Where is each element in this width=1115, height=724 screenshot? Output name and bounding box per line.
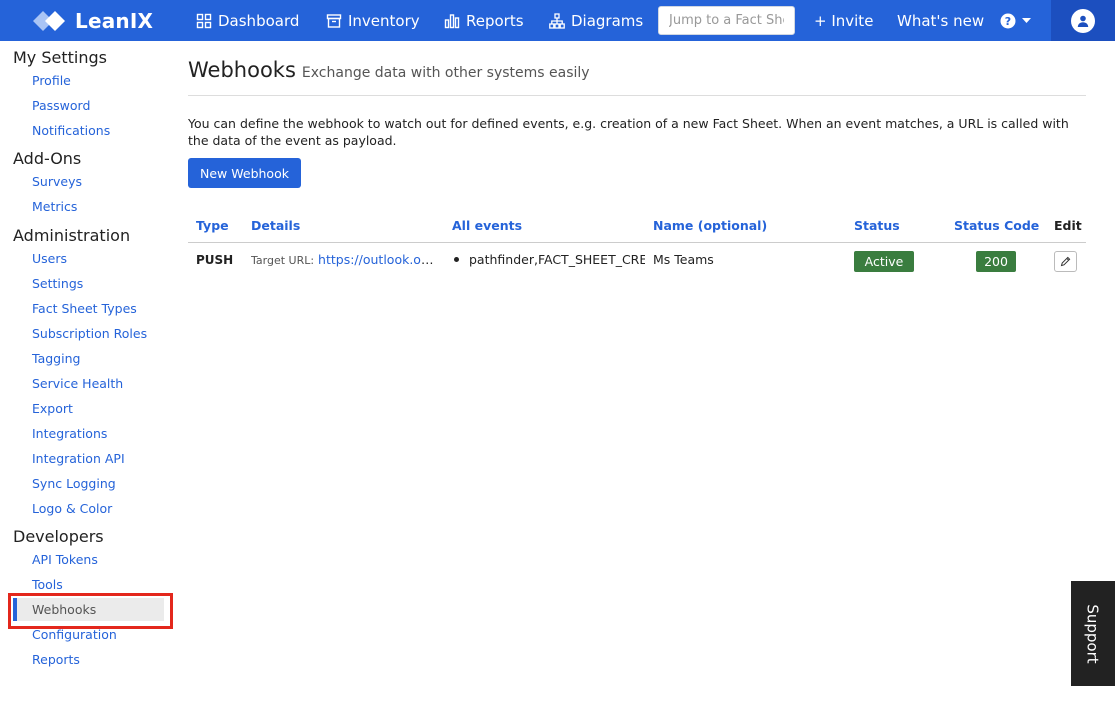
svg-text:?: ? [1005, 15, 1011, 28]
sitemap-icon [549, 12, 565, 29]
webhook-name: Ms Teams [653, 252, 714, 267]
sidebar-item-surveys[interactable]: Surveys [32, 174, 82, 189]
nav-diagrams-label: Diagrams [571, 11, 644, 30]
page-title-text: Webhooks [188, 58, 296, 82]
help-menu-button[interactable]: ? [1000, 0, 1031, 41]
sidebar-item-password[interactable]: Password [32, 98, 90, 113]
help-icon: ? [1000, 13, 1016, 28]
nav-inventory[interactable]: Inventory [326, 0, 420, 41]
sidebar-item-subscription-roles[interactable]: Subscription Roles [32, 326, 147, 341]
webhook-details: Target URL: https://outlook.office.com/w… [251, 252, 437, 267]
support-tab[interactable]: Support [1071, 581, 1115, 686]
nav-inventory-label: Inventory [348, 11, 420, 30]
target-url-link[interactable]: https://outlook.office.com/webhook [318, 252, 437, 267]
status-badge: Active [854, 251, 914, 272]
status-code-badge: 200 [976, 251, 1016, 272]
avatar [1071, 8, 1095, 33]
sidebar-item-metrics[interactable]: Metrics [32, 199, 77, 214]
new-webhook-button[interactable]: New Webhook [188, 158, 301, 188]
column-header-name[interactable]: Name (optional) [653, 218, 767, 233]
logo[interactable]: LeanIX [33, 9, 153, 33]
page-description: You can define the webhook to watch out … [188, 116, 1069, 148]
bar-chart-icon [444, 13, 460, 28]
nav-diagrams[interactable]: Diagrams [549, 0, 643, 41]
bullet-icon [454, 257, 459, 262]
sidebar-section-my-settings: My Settings [13, 48, 107, 67]
column-header-type[interactable]: Type [196, 218, 229, 233]
title-divider [188, 95, 1086, 96]
nav-dashboard[interactable]: Dashboard [196, 0, 299, 41]
sidebar-item-api-tokens[interactable]: API Tokens [32, 552, 98, 567]
top-navigation: LeanIX Dashboard Inventory Reports Diagr… [0, 0, 1115, 41]
sidebar-section-developers: Developers [13, 527, 104, 546]
sidebar-item-tagging[interactable]: Tagging [32, 351, 80, 366]
sidebar-item-configuration[interactable]: Configuration [32, 627, 117, 642]
table-header-divider [188, 242, 1086, 243]
sidebar-item-logo-color[interactable]: Logo & Color [32, 501, 112, 516]
sidebar-item-profile[interactable]: Profile [32, 73, 71, 88]
brand-name: LeanIX [75, 9, 154, 33]
sidebar-item-settings[interactable]: Settings [32, 276, 83, 291]
webhook-type: PUSH [196, 253, 234, 267]
whats-new-label: What's new [897, 11, 985, 30]
webhook-events: pathfinder,FACT_SHEET_CREATED [452, 252, 645, 267]
sidebar-item-integrations[interactable]: Integrations [32, 426, 107, 441]
grid-icon [196, 13, 212, 28]
pencil-icon [1060, 256, 1071, 267]
nav-reports-label: Reports [466, 11, 524, 30]
whats-new-button[interactable]: What's new [897, 0, 984, 41]
user-icon [1077, 15, 1089, 27]
user-menu-button[interactable] [1051, 0, 1115, 41]
column-header-edit: Edit [1054, 218, 1082, 233]
column-header-status-code[interactable]: Status Code [954, 218, 1039, 233]
column-header-details[interactable]: Details [251, 218, 300, 233]
sidebar-item-fact-sheet-types[interactable]: Fact Sheet Types [32, 301, 137, 316]
sidebar-item-reports[interactable]: Reports [32, 652, 80, 667]
target-url-label: Target URL: [251, 254, 315, 267]
column-header-status[interactable]: Status [854, 218, 900, 233]
edit-webhook-button[interactable] [1054, 251, 1077, 272]
sidebar-item-webhooks-label: Webhooks [32, 602, 97, 617]
invite-button[interactable]: + Invite [814, 0, 873, 41]
fact-sheet-search-input[interactable] [658, 6, 795, 35]
sidebar-item-export[interactable]: Export [32, 401, 73, 416]
inventory-icon [326, 13, 342, 28]
sidebar-item-integration-api[interactable]: Integration API [32, 451, 125, 466]
sidebar-item-users[interactable]: Users [32, 251, 67, 266]
page-title: Webhooks Exchange data with other systems… [188, 58, 590, 82]
sidebar-section-addons: Add-Ons [13, 149, 82, 168]
page-subtitle: Exchange data with other systems easily [301, 65, 590, 81]
sidebar-item-sync-logging[interactable]: Sync Logging [32, 476, 116, 491]
sidebar-item-service-health[interactable]: Service Health [32, 376, 123, 391]
nav-dashboard-label: Dashboard [218, 11, 300, 30]
nav-reports[interactable]: Reports [444, 0, 524, 41]
invite-label: + Invite [814, 11, 874, 30]
column-header-events[interactable]: All events [452, 218, 522, 233]
sidebar-item-tools[interactable]: Tools [32, 577, 63, 592]
sidebar-section-administration: Administration [13, 226, 131, 245]
leanix-logo-icon [33, 11, 65, 31]
support-label: Support [1084, 603, 1103, 664]
sidebar-item-notifications[interactable]: Notifications [32, 123, 110, 138]
webhook-event: pathfinder,FACT_SHEET_CREATED [469, 252, 645, 267]
chevron-down-icon [1022, 17, 1031, 23]
